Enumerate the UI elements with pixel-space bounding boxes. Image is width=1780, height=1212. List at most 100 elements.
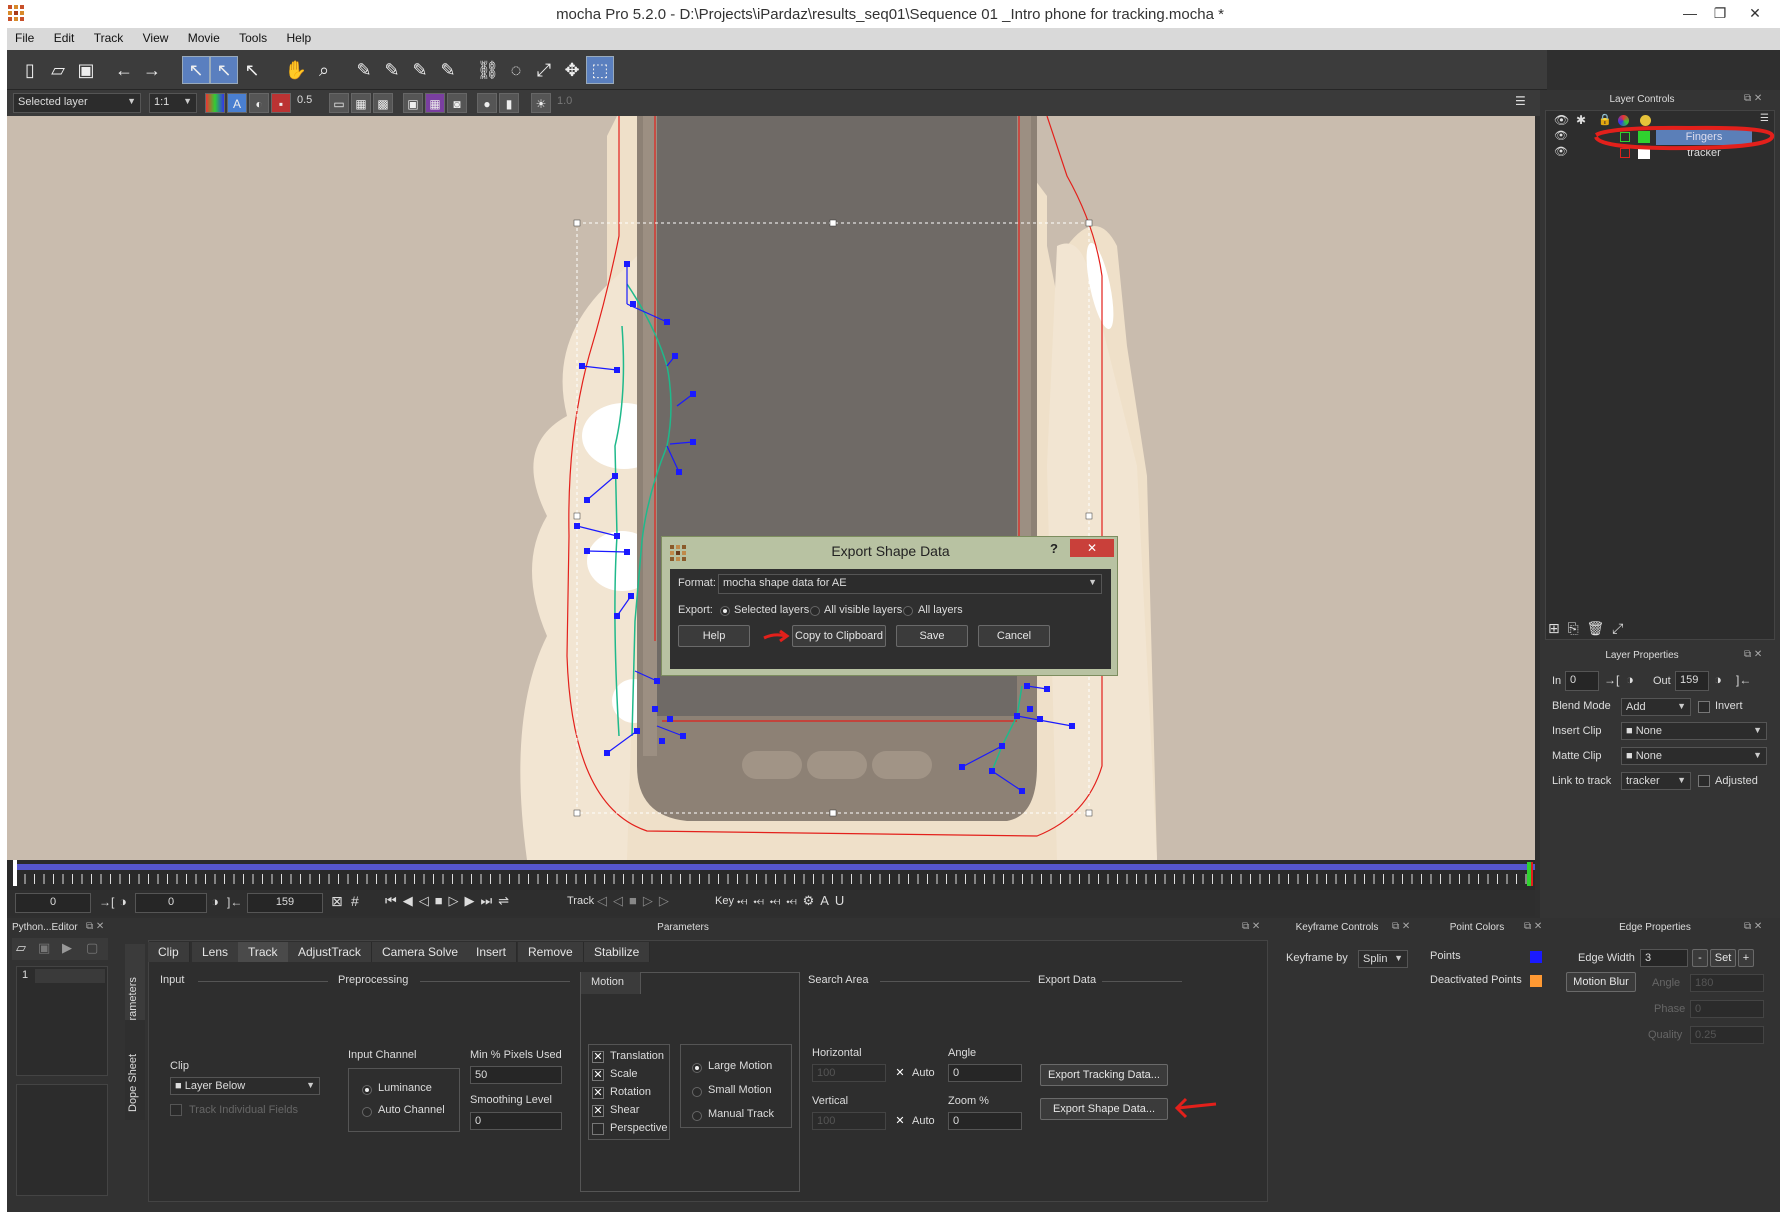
layer-mode-dropdown[interactable]: Selected layer ▼: [13, 93, 141, 113]
grid-icon[interactable]: #: [351, 893, 359, 909]
opacity-value[interactable]: 0.5: [297, 94, 312, 106]
select-bezier-tool-icon[interactable]: ↖: [210, 56, 238, 84]
all-visible-layers-radio[interactable]: [810, 606, 820, 616]
menu-movie[interactable]: Movie: [180, 28, 228, 45]
timeline-range-bar[interactable]: [15, 864, 1535, 870]
select-tool-icon[interactable]: ↖: [182, 56, 210, 84]
perspective-checkbox[interactable]: [592, 1123, 604, 1135]
menu-tools[interactable]: Tools: [231, 28, 275, 45]
insert-clip-dropdown[interactable]: ■ None ▼: [1621, 722, 1767, 740]
panel-float-icon[interactable]: ⧉ ✕: [1744, 93, 1762, 104]
points-color-swatch[interactable]: [1530, 951, 1542, 963]
viewer-canvas[interactable]: [7, 116, 1535, 860]
set-in-icon[interactable]: →[: [1604, 673, 1619, 687]
copy-to-clipboard-button[interactable]: Copy to Clipboard: [792, 625, 886, 647]
scale-checkbox[interactable]: ✕: [592, 1069, 604, 1081]
edge-width-set-button[interactable]: Set: [1710, 949, 1736, 967]
x-spline-tool-icon[interactable]: ✎: [351, 57, 377, 83]
move-tool-icon[interactable]: ✥: [559, 57, 585, 83]
playback-controls[interactable]: ⏮◀◁■▷▶⏭⇌: [385, 893, 515, 909]
mb-angle-field[interactable]: 180: [1690, 974, 1764, 992]
menu-file[interactable]: File: [7, 28, 42, 45]
zoom-dropdown[interactable]: 1:1 ▼: [149, 93, 197, 113]
auto-channel-radio[interactable]: [362, 1107, 372, 1117]
min-pixels-field[interactable]: 50: [470, 1066, 562, 1084]
menu-view[interactable]: View: [135, 28, 177, 45]
trace-icon[interactable]: ▦: [425, 93, 445, 113]
side-tab-dope-sheet[interactable]: Dope Sheet: [125, 1020, 145, 1120]
horizontal-auto-checkbox[interactable]: ✕: [894, 1068, 906, 1080]
overlay-icon[interactable]: ▪: [271, 93, 291, 113]
panel-float-icon[interactable]: ⧉ ✕: [1744, 649, 1762, 660]
cog-header-icon[interactable]: ✱: [1576, 113, 1586, 127]
tab-insert[interactable]: Insert: [466, 942, 518, 962]
edge-width-field[interactable]: 3: [1640, 949, 1688, 967]
in-field[interactable]: 0: [1565, 671, 1599, 691]
small-motion-radio[interactable]: [692, 1087, 702, 1097]
tab-clip[interactable]: Clip: [148, 942, 190, 962]
visibility-header-icon[interactable]: 👁: [1554, 113, 1569, 127]
adjusted-checkbox[interactable]: [1698, 775, 1710, 787]
delete-layer-icon[interactable]: 🗑: [1587, 620, 1605, 636]
exposure-value[interactable]: 1.0: [557, 95, 572, 107]
edge-width-minus-button[interactable]: -: [1692, 949, 1708, 967]
open-script-icon[interactable]: ▱: [16, 940, 26, 956]
panel-float-icon[interactable]: ⧉ ✕: [86, 921, 104, 932]
link-to-track-dropdown[interactable]: tracker ▼: [1621, 772, 1691, 790]
add-point-tool-icon[interactable]: ↖: [239, 57, 265, 83]
run-script-icon[interactable]: ▶: [62, 940, 72, 956]
transform-tool-icon[interactable]: ⤢: [531, 57, 557, 83]
clear-icon[interactable]: ▢: [86, 940, 98, 956]
horizontal-field[interactable]: 100: [812, 1064, 886, 1082]
show-planar-surface-icon[interactable]: ▦: [351, 93, 371, 113]
clock-icon[interactable]: ◑: [119, 894, 127, 909]
save-script-icon[interactable]: ▣: [38, 940, 50, 956]
show-layer-outlines-icon[interactable]: ▭: [329, 93, 349, 113]
rgb-channels-icon[interactable]: [205, 93, 225, 113]
alpha-channel-icon[interactable]: A: [227, 93, 247, 113]
luminance-radio[interactable]: [362, 1085, 372, 1095]
set-out-icon[interactable]: ]←: [1736, 673, 1751, 687]
undo-icon[interactable]: ←: [111, 57, 137, 83]
menu-track[interactable]: Track: [86, 28, 132, 45]
eye-icon[interactable]: 👁: [1554, 145, 1568, 158]
close-window-button[interactable]: ✕: [1735, 2, 1775, 24]
panel-float-icon[interactable]: ⧉ ✕: [1744, 921, 1762, 932]
clock-icon[interactable]: ◑: [211, 894, 219, 909]
link-tool-icon[interactable]: ⛓: [475, 57, 501, 83]
new-project-icon[interactable]: ▯: [17, 57, 43, 83]
smoothing-level-field[interactable]: 0: [470, 1112, 562, 1130]
out-field[interactable]: 159: [1675, 671, 1709, 691]
surface-tool-icon[interactable]: ⬚: [586, 56, 614, 84]
proxy-icon[interactable]: ▮: [499, 93, 519, 113]
add-layer-icon[interactable]: ⊞: [1548, 620, 1560, 636]
save-button[interactable]: Save: [896, 625, 968, 647]
format-dropdown[interactable]: mocha shape data for AE ▼: [718, 574, 1102, 594]
open-project-icon[interactable]: ▱: [45, 57, 71, 83]
clock-in-icon[interactable]: ◑: [1626, 672, 1634, 687]
mb-quality-field[interactable]: 0.25: [1690, 1026, 1764, 1044]
viewer-menu-icon[interactable]: ☰: [1515, 94, 1526, 108]
set-in-point-icon[interactable]: →[: [99, 895, 114, 909]
tab-track[interactable]: Track: [238, 942, 289, 962]
menu-help[interactable]: Help: [278, 28, 319, 45]
redo-icon[interactable]: →: [139, 57, 165, 83]
angle-field[interactable]: 0: [948, 1064, 1022, 1082]
translation-checkbox[interactable]: ✕: [592, 1051, 604, 1063]
clock-out-icon[interactable]: ◑: [1714, 672, 1722, 687]
shear-checkbox[interactable]: ✕: [592, 1105, 604, 1117]
export-shape-data-button[interactable]: Export Shape Data...: [1040, 1098, 1168, 1120]
save-project-icon[interactable]: ▣: [73, 57, 99, 83]
menu-edit[interactable]: Edit: [46, 28, 83, 45]
matte-clip-dropdown[interactable]: ■ None ▼: [1621, 747, 1767, 765]
add-bezier-tool-icon[interactable]: ✎: [435, 57, 461, 83]
current-frame-field[interactable]: 0: [135, 893, 207, 913]
edge-width-plus-button[interactable]: +: [1738, 949, 1754, 967]
tab-lens[interactable]: Lens: [192, 942, 240, 962]
deactivated-points-color-swatch[interactable]: [1530, 975, 1542, 987]
invert-checkbox[interactable]: [1698, 701, 1710, 713]
show-planar-grid-icon[interactable]: ▩: [373, 93, 393, 113]
blend-mode-dropdown[interactable]: Add ▼: [1621, 698, 1691, 716]
playhead[interactable]: [13, 860, 17, 886]
dialog-help-icon[interactable]: ?: [1050, 541, 1058, 556]
